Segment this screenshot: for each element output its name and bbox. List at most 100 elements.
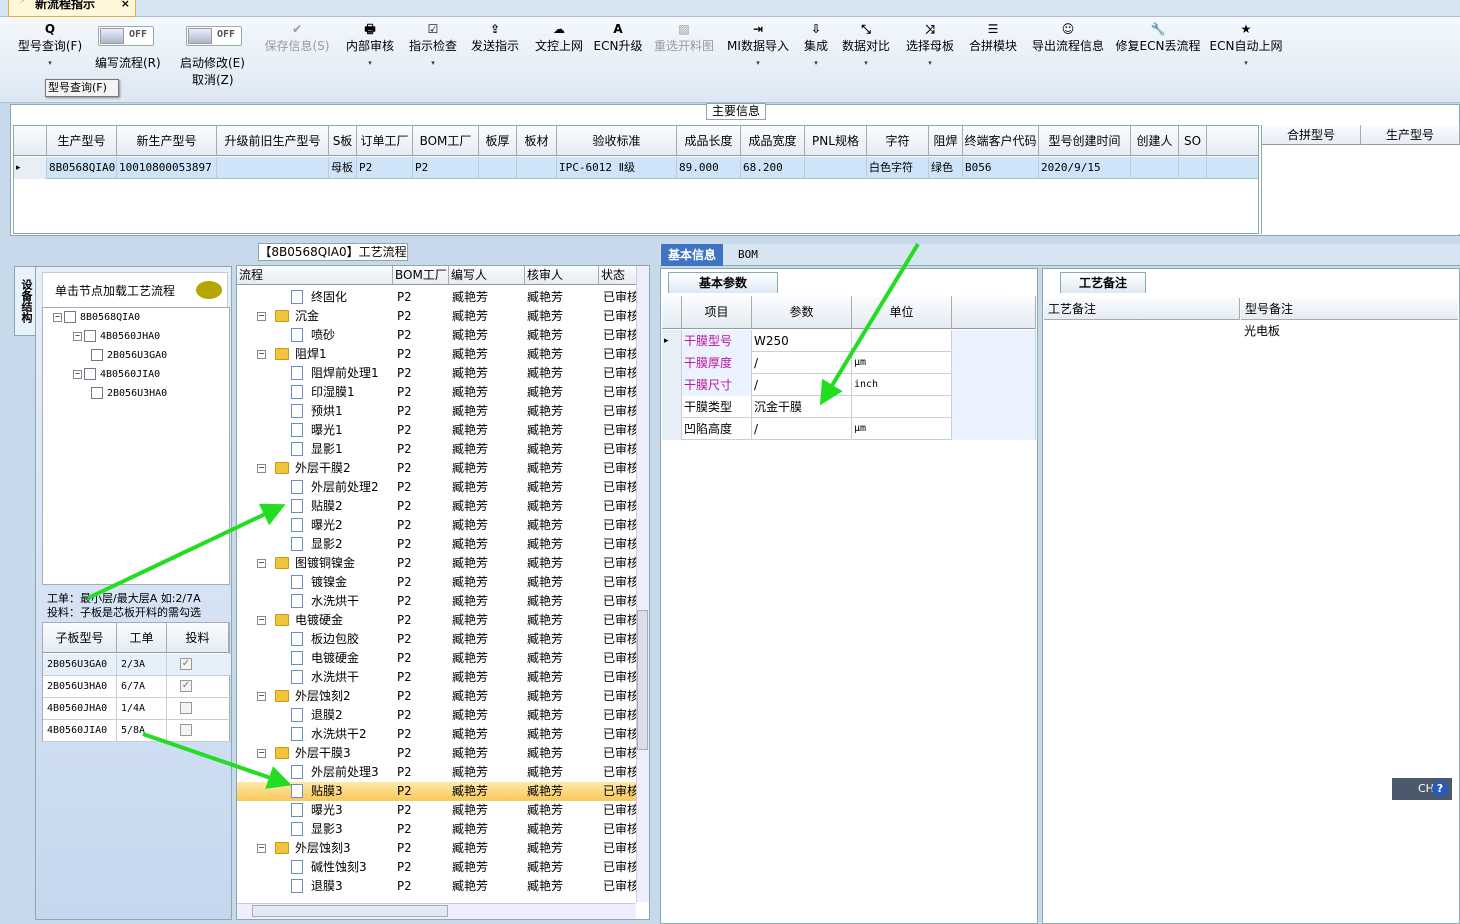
sub-order-cell[interactable]: 1/4A	[117, 698, 167, 720]
main-col-header[interactable]: 生产型号	[47, 126, 117, 156]
main-col-header[interactable]: 创建人	[1131, 126, 1179, 156]
flow-vertical-thumb[interactable]	[637, 610, 648, 750]
flow-row[interactable]: − 外层蚀刻3 P2 臧艳芳 臧艳芳 已审核	[237, 839, 637, 858]
collapse-icon[interactable]: −	[257, 844, 266, 853]
merge-col-header[interactable]: 生产型号	[1361, 125, 1460, 145]
flow-row[interactable]: − 外层干膜2 P2 臧艳芳 臧艳芳 已审核	[237, 459, 637, 478]
main-col-header[interactable]: BOM工厂	[413, 126, 479, 156]
table-row[interactable]: 4B0560JHA0 1/4A	[43, 698, 231, 720]
main-cell[interactable]: 68.200	[741, 157, 805, 179]
flow-row[interactable]: 贴膜3 P2 臧艳芳 臧艳芳 已审核	[237, 782, 637, 801]
table-row[interactable]: ▸ 干膜型号 W250	[662, 330, 1036, 352]
tab-basic-info[interactable]: 基本信息	[661, 244, 723, 266]
collapse-icon[interactable]: −	[73, 369, 82, 379]
flow-row[interactable]: 显影2 P2 臧艳芳 臧艳芳 已审核	[237, 535, 637, 554]
flow-vertical-scrollbar[interactable]	[636, 266, 649, 902]
param-unit-cell[interactable]	[852, 396, 952, 418]
flow-row[interactable]: 退膜2 P2 臧艳芳 臧艳芳 已审核	[237, 706, 637, 725]
tree-checkbox[interactable]	[91, 387, 103, 399]
flow-row[interactable]: 水洗烘干2 P2 臧艳芳 臧艳芳 已审核	[237, 725, 637, 744]
sub-order-cell[interactable]: 5/8A	[117, 720, 167, 742]
table-row[interactable]: 2B056U3GA0 2/3A ✓	[43, 654, 231, 676]
params-col-header[interactable]: 参数	[752, 296, 852, 329]
param-value-cell[interactable]: 沉金干膜	[752, 396, 852, 418]
flow-row[interactable]: − 外层干膜3 P2 臧艳芳 臧艳芳 已审核	[237, 744, 637, 763]
main-cell[interactable]: 10010800053897	[117, 157, 217, 179]
flow-col-header[interactable]: 编写人	[449, 266, 525, 285]
params-tab[interactable]: 基本参数	[668, 272, 778, 293]
sub-order-cell[interactable]: 6/7A	[117, 676, 167, 698]
flow-row[interactable]: 显影3 P2 臧艳芳 臧艳芳 已审核	[237, 820, 637, 839]
flow-row[interactable]: 喷砂 P2 臧艳芳 臧艳芳 已审核	[237, 326, 637, 345]
param-extra-cell[interactable]	[952, 352, 1036, 374]
param-unit-cell[interactable]: inch	[852, 374, 952, 396]
model-note-value[interactable]: 光电板	[1244, 322, 1280, 339]
sub-col-header[interactable]: 投料	[167, 623, 229, 653]
main-col-header[interactable]: 订单工厂	[357, 126, 413, 156]
collapse-icon[interactable]: −	[257, 692, 266, 701]
main-col-header[interactable]: S板	[329, 126, 357, 156]
main-col-header[interactable]: 新生产型号	[117, 126, 217, 156]
tree-checkbox[interactable]	[91, 349, 103, 361]
flow-row[interactable]: 曝光1 P2 臧艳芳 臧艳芳 已审核	[237, 421, 637, 440]
sub-col-header[interactable]: 子板型号	[43, 623, 117, 653]
flow-row[interactable]: 水洗烘干 P2 臧艳芳 臧艳芳 已审核	[237, 592, 637, 611]
merge-col-header[interactable]: 合拼型号	[1262, 125, 1361, 145]
ribbon-dropdown-3[interactable]: ▾	[387, 54, 479, 72]
ribbon-dropdown-15[interactable]: ▾	[1200, 54, 1292, 72]
ribbon-button-15[interactable]: ★ ECN自动上网 ▾	[1200, 21, 1292, 72]
flow-row[interactable]: 外层前处理2 P2 臧艳芳 臧艳芳 已审核	[237, 478, 637, 497]
tab-bom[interactable]: BOM	[738, 248, 758, 261]
flow-row[interactable]: − 阻焊1 P2 臧艳芳 臧艳芳 已审核	[237, 345, 637, 364]
collapse-icon[interactable]: −	[257, 749, 266, 758]
main-col-header[interactable]: 升级前旧生产型号	[217, 126, 329, 156]
main-col-header[interactable]: 板材	[517, 126, 557, 156]
flow-row[interactable]: 预烘1 P2 臧艳芳 臧艳芳 已审核	[237, 402, 637, 421]
flow-row[interactable]: 曝光2 P2 臧艳芳 臧艳芳 已审核	[237, 516, 637, 535]
main-col-header[interactable]: PNL规格	[805, 126, 867, 156]
edit-flow-toggle[interactable]: OFF	[98, 26, 154, 46]
help-icon[interactable]: ?	[1432, 781, 1448, 797]
flow-row[interactable]: 外层前处理3 P2 臧艳芳 臧艳芳 已审核	[237, 763, 637, 782]
tree-node[interactable]: − 4B0560JHA0	[73, 329, 160, 345]
main-cell[interactable]: B056	[963, 157, 1039, 179]
main-cell[interactable]	[805, 157, 867, 179]
feed-checkbox[interactable]	[180, 702, 192, 714]
table-row[interactable]: 干膜尺寸 / inch	[662, 374, 1036, 396]
sub-model-cell[interactable]: 2B056U3HA0	[43, 676, 117, 698]
table-row[interactable]: 干膜类型 沉金干膜	[662, 396, 1036, 418]
main-cell[interactable]	[217, 157, 329, 179]
flow-row[interactable]: − 外层蚀刻2 P2 臧艳芳 臧艳芳 已审核	[237, 687, 637, 706]
main-cell[interactable]: 89.000	[677, 157, 741, 179]
sub-model-cell[interactable]: 4B0560JHA0	[43, 698, 117, 720]
table-row[interactable]: 4B0560JIA0 5/8A	[43, 720, 231, 742]
flow-row[interactable]: 显影1 P2 臧艳芳 臧艳芳 已审核	[237, 440, 637, 459]
flow-row[interactable]: − 图镀铜镍金 P2 臧艳芳 臧艳芳 已审核	[237, 554, 637, 573]
flow-col-header[interactable]: 流程	[237, 266, 393, 285]
flow-row[interactable]: 电镀硬金 P2 臧艳芳 臧艳芳 已审核	[237, 649, 637, 668]
flow-col-header[interactable]: 状态	[599, 266, 637, 285]
tree-node[interactable]: 2B056U3GA0	[91, 348, 167, 364]
main-cell[interactable]	[1179, 157, 1207, 179]
tree-checkbox[interactable]	[84, 330, 96, 342]
table-row[interactable]: 干膜厚度 / μm	[662, 352, 1036, 374]
param-extra-cell[interactable]	[952, 396, 1036, 418]
main-cell[interactable]	[1131, 157, 1179, 179]
sub-model-cell[interactable]: 2B056U3GA0	[43, 654, 117, 676]
main-cell[interactable]: 2020/9/15	[1039, 157, 1131, 179]
flow-col-header[interactable]: BOM工厂	[393, 266, 449, 285]
start-edit-toggle[interactable]: OFF	[186, 26, 242, 46]
main-cell[interactable]: IPC-6012 Ⅱ级	[557, 157, 677, 179]
flow-row[interactable]: 贴膜2 P2 臧艳芳 臧艳芳 已审核	[237, 497, 637, 516]
collapse-icon[interactable]: −	[257, 312, 266, 321]
ribbon-dropdown-0[interactable]: ▾	[4, 54, 96, 72]
flow-row[interactable]: 印湿膜1 P2 臧艳芳 臧艳芳 已审核	[237, 383, 637, 402]
main-col-header[interactable]: 验收标准	[557, 126, 677, 156]
ribbon-button-13[interactable]: ☺ 导出流程信息	[1022, 21, 1114, 54]
main-cell[interactable]: 母板	[329, 157, 357, 179]
flow-col-header[interactable]: 核审人	[525, 266, 599, 285]
flow-row[interactable]: 水洗烘干 P2 臧艳芳 臧艳芳 已审核	[237, 668, 637, 687]
structure-vertical-tab[interactable]: 设备结构	[14, 266, 36, 336]
param-value-cell[interactable]: W250	[752, 330, 852, 352]
param-extra-cell[interactable]	[952, 374, 1036, 396]
